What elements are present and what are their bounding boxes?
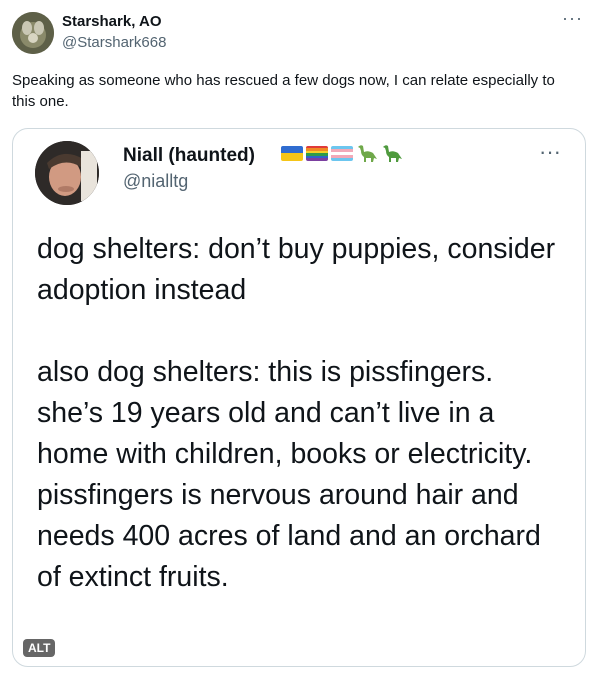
- quoted-more-options-button[interactable]: ···: [539, 139, 561, 165]
- rainbow-flag-icon: [306, 145, 328, 161]
- author-display-name[interactable]: Starshark, AO: [62, 13, 162, 30]
- sauropod-icon: [358, 145, 377, 162]
- quoted-tweet-text: dog shelters: don’t buy puppies, conside…: [37, 229, 567, 598]
- tweet: Starshark, AO @Starshark668 ··· Speaking…: [0, 0, 599, 674]
- quoted-avatar[interactable]: [35, 141, 99, 205]
- avatar[interactable]: [12, 12, 54, 54]
- tweet-text: Speaking as someone who has rescued a fe…: [12, 72, 555, 110]
- quoted-avatar-image: [35, 141, 99, 205]
- name-emoji-row: [281, 141, 403, 165]
- quoted-paragraph: dog shelters: don’t buy puppies, conside…: [37, 233, 556, 306]
- sauropod-icon: [383, 145, 402, 162]
- alt-text-badge[interactable]: ALT: [23, 639, 56, 657]
- ukraine-flag-icon: [281, 145, 303, 161]
- more-horizontal-icon: ···: [539, 139, 561, 164]
- quoted-tweet-card[interactable]: Niall (haunted) @nialltg ··· dog shelter…: [12, 128, 586, 667]
- transgender-flag-icon: [331, 145, 353, 161]
- quoted-paragraph: also dog shelters: this is pissfingers. …: [37, 356, 541, 593]
- more-options-button[interactable]: ···: [562, 8, 583, 29]
- quoted-display-name[interactable]: Niall (haunted): [123, 145, 255, 167]
- more-horizontal-icon: ···: [562, 8, 583, 28]
- avatar-image: [12, 12, 54, 54]
- author-handle[interactable]: @Starshark668: [62, 34, 166, 51]
- quoted-handle[interactable]: @nialltg: [123, 171, 188, 192]
